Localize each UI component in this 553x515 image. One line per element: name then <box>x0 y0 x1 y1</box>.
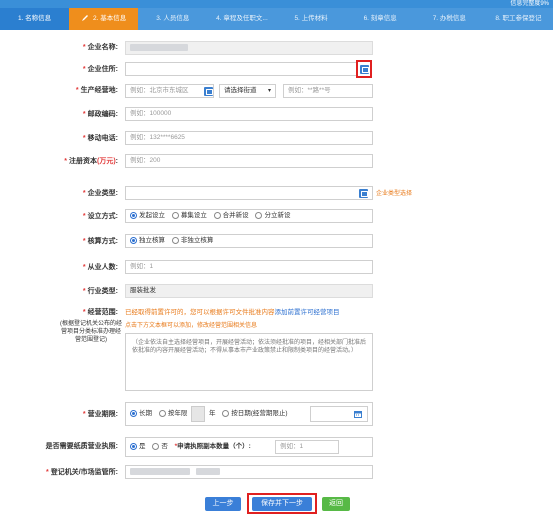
business-place-input[interactable]: 例如：北京市东城区 <box>125 84 214 98</box>
accounting-option-2[interactable]: 非独立核算 <box>171 235 213 247</box>
copies-label: *申请执照副本数量（个）: <box>174 443 251 450</box>
pencil-icon <box>82 15 89 22</box>
step-2-label: 2. 基本信息 <box>92 15 127 22</box>
step-3[interactable]: 3. 人员信息 <box>138 8 207 30</box>
years-unit: 年 <box>208 410 216 417</box>
radio-icon <box>171 236 179 244</box>
step-5[interactable]: 5. 上传材料 <box>277 8 346 30</box>
license-option-no[interactable]: 否 <box>152 438 168 456</box>
progress-text: 信息完整度9% <box>510 1 549 7</box>
term-option-date[interactable]: 按日期(经营期限止) <box>222 403 288 425</box>
step-4-label: 4. 章程及任职文... <box>216 15 268 22</box>
company-type-label: * 企业类型: <box>82 190 118 197</box>
step-2-current[interactable]: 2. 基本信息 <box>69 8 139 30</box>
term-option-years[interactable]: 按年限 <box>158 403 187 425</box>
radio-icon <box>213 211 221 219</box>
step-6[interactable]: 6. 刻章信息 <box>346 8 415 30</box>
term-date-input[interactable] <box>310 406 368 422</box>
mobile-input[interactable]: 例如：132****6625 <box>125 131 373 145</box>
employees-input[interactable]: 例如：1 <box>125 260 373 274</box>
employees-label: * 从业人数: <box>82 264 118 271</box>
address-picker-icon[interactable] <box>360 65 369 74</box>
step-navigation: 1. 名称信息 2. 基本信息 3. 人员信息 4. 章程及任职文... 5. … <box>0 8 553 30</box>
radio-icon <box>152 442 160 450</box>
business-place-label: * 生产经营地: <box>75 87 118 94</box>
radio-checked-icon <box>130 236 137 244</box>
scope-textarea[interactable]: （企业依法自主选择经营项目，开展经营活动；依法须经批准的项目，经相关部门批准后依… <box>125 333 373 391</box>
step-1[interactable]: 1. 名称信息 <box>0 8 70 30</box>
chevron-down-icon: ▾ <box>267 88 271 94</box>
step-6-label: 6. 刻章信息 <box>363 15 397 22</box>
house-number-input[interactable]: 例如：**路**号 <box>283 84 373 98</box>
setup-label: * 设立方式: <box>82 213 118 220</box>
industry-field: 服装批发 <box>125 284 373 298</box>
scope-side-note: (根据登记机关公布的经营项目分类标准办理经营范围登记) <box>60 321 122 343</box>
redacted-value <box>130 43 188 51</box>
step-7-label: 7. 办税信息 <box>432 15 466 22</box>
authority-label: * 登记机关/市场监管所: <box>45 469 118 476</box>
setup-option-3[interactable]: 合并新设 <box>213 210 249 222</box>
license-label: 是否需要纸质营业执照: <box>45 443 118 450</box>
radio-checked-icon <box>130 409 137 417</box>
company-type-link[interactable]: 企业类型选择 <box>376 189 412 199</box>
setup-option-2[interactable]: 募集设立 <box>171 210 207 222</box>
license-option-yes[interactable]: 是 <box>130 438 146 456</box>
mobile-label: * 移动电话: <box>82 135 118 142</box>
postcode-label: * 邮政编码: <box>82 111 118 118</box>
years-input[interactable] <box>191 406 206 422</box>
radio-icon <box>158 409 166 417</box>
radio-checked-icon <box>130 442 137 450</box>
calendar-icon <box>354 411 362 418</box>
street-select[interactable]: 请选择街道 ▾ <box>219 84 276 98</box>
capital-input[interactable]: 例如：200 <box>125 154 373 168</box>
redacted-value <box>196 467 220 475</box>
scope-notice: 已经取得前置许可的，您可以根据许可文件批准内容添加前置许可经营项目 <box>125 309 340 316</box>
step-8-label: 8. 职工参保登记 <box>495 15 542 22</box>
radio-icon <box>222 409 230 417</box>
step-8[interactable]: 8. 职工参保登记 <box>484 8 553 30</box>
step-5-label: 5. 上传材料 <box>294 15 328 22</box>
address-label: * 企业住所: <box>82 66 118 73</box>
term-label: * 营业期限: <box>82 411 118 418</box>
company-type-input[interactable] <box>125 186 373 200</box>
copies-input[interactable]: 例如：1 <box>275 440 339 454</box>
accounting-label: * 核算方式: <box>82 238 118 245</box>
term-option-long[interactable]: 长期 <box>130 403 152 425</box>
accounting-option-1[interactable]: 独立核算 <box>130 235 165 247</box>
setup-radio-group: 发起设立 募集设立 合并新设 分立新设 <box>125 209 373 223</box>
add-permit-link[interactable]: 添加前置许可经营项目 <box>275 309 340 316</box>
back-button[interactable]: 返回 <box>322 497 350 511</box>
scope-label: * 经营范围: <box>82 309 118 316</box>
step-4[interactable]: 4. 章程及任职文... <box>207 8 276 30</box>
radio-icon <box>255 211 263 219</box>
setup-option-1[interactable]: 发起设立 <box>130 210 165 222</box>
company-name-label: * 企业名称: <box>82 44 118 51</box>
authority-field[interactable] <box>125 465 373 479</box>
company-name-field <box>125 41 373 55</box>
step-1-label: 1. 名称信息 <box>17 15 52 22</box>
scope-hint: 点击下方文本框可以添加，修改经营范围相关信息 <box>125 323 258 329</box>
setup-option-4[interactable]: 分立新设 <box>255 210 290 222</box>
radio-icon <box>171 211 179 219</box>
capital-label: * 注册资本(万元): <box>64 158 118 165</box>
step-7[interactable]: 7. 办税信息 <box>415 8 484 30</box>
industry-label: * 行业类型: <box>82 288 118 295</box>
prev-button[interactable]: 上一步 <box>205 497 241 511</box>
accounting-radio-group: 独立核算 非独立核算 <box>125 234 373 248</box>
radio-checked-icon <box>130 211 137 219</box>
progress-bar: 信息完整度9% <box>0 0 553 8</box>
redacted-value <box>130 467 190 475</box>
save-next-button[interactable]: 保存并下一步 <box>252 497 312 511</box>
company-type-picker-icon[interactable] <box>359 189 368 198</box>
address-input[interactable] <box>125 62 357 76</box>
step-3-label: 3. 人员信息 <box>156 15 190 22</box>
region-picker-icon[interactable] <box>204 87 213 96</box>
postcode-input[interactable]: 例如：100000 <box>125 107 373 121</box>
